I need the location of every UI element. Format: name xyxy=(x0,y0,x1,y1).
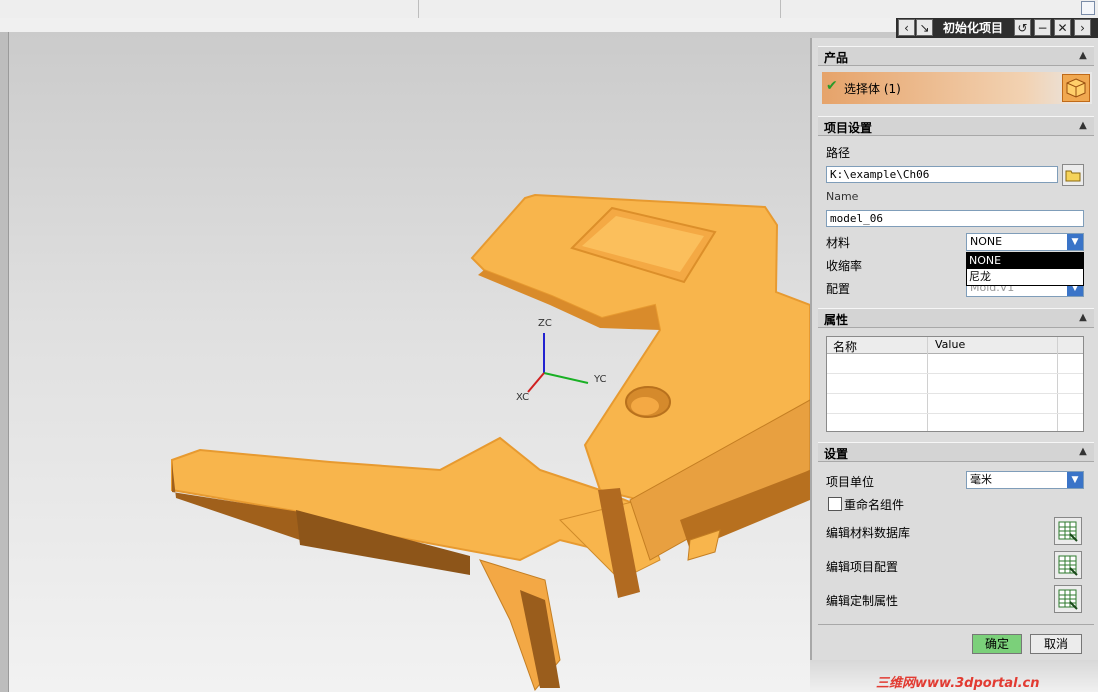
chevron-down-icon[interactable]: ▼ xyxy=(1067,472,1083,488)
select-body-label: 选择体 (1) xyxy=(844,82,901,96)
section-settings-title: 设置 xyxy=(824,447,849,461)
ok-button[interactable]: 确定 xyxy=(972,634,1022,654)
material-option[interactable]: 尼龙 xyxy=(967,269,1083,285)
section-attributes[interactable]: 属性 ▲ xyxy=(818,308,1094,328)
graphics-viewport[interactable]: ZC YC XC xyxy=(0,32,810,692)
axis-label-yc: YC xyxy=(594,374,607,385)
column-header-name[interactable]: 名称 xyxy=(833,338,857,355)
section-project-settings-title: 项目设置 xyxy=(824,121,873,135)
section-settings[interactable]: 设置 ▲ xyxy=(818,442,1094,462)
section-project-settings[interactable]: 项目设置 ▲ xyxy=(818,116,1094,136)
spreadsheet-icon[interactable] xyxy=(1054,551,1082,579)
expand-right-icon[interactable]: › xyxy=(1074,19,1091,36)
section-product[interactable]: 产品 ▲ xyxy=(818,46,1094,66)
close-icon[interactable]: ✕ xyxy=(1054,19,1071,36)
attributes-table[interactable]: 名称 Value xyxy=(826,336,1084,432)
edit-material-db-label: 编辑材料数据库 xyxy=(826,526,911,540)
dialog-titlebar[interactable]: ‹ ↘ 初始化项目 ↺ − ✕ › xyxy=(896,18,1098,38)
chevron-up-icon[interactable]: ▲ xyxy=(1075,445,1091,459)
section-attributes-title: 属性 xyxy=(824,313,849,327)
axis-label-zc: ZC xyxy=(538,318,552,329)
material-label: 材料 xyxy=(826,236,851,250)
spreadsheet-icon[interactable] xyxy=(1054,517,1082,545)
edit-project-config-label: 编辑项目配置 xyxy=(826,560,899,574)
name-label: Name xyxy=(826,190,859,203)
toolbar-separator xyxy=(418,0,419,18)
material-dropdown-list[interactable]: NONE 尼龙 xyxy=(966,252,1084,286)
column-divider xyxy=(1057,337,1058,431)
unit-select-value: 毫米 xyxy=(970,473,992,486)
axis-label-xc: XC xyxy=(516,392,530,403)
chevron-down-icon[interactable]: ▼ xyxy=(1067,234,1083,250)
minimize-icon[interactable]: − xyxy=(1034,19,1051,36)
restore-window-icon[interactable] xyxy=(1081,1,1095,15)
material-select-value: NONE xyxy=(970,235,1003,248)
part-model xyxy=(171,193,810,691)
material-select[interactable]: NONE ▼ xyxy=(966,233,1084,251)
unit-label: 项目单位 xyxy=(826,475,875,489)
solid-body-icon[interactable] xyxy=(1062,74,1090,102)
spreadsheet-icon[interactable] xyxy=(1054,585,1082,613)
toolbar-separator xyxy=(780,0,781,18)
chevron-up-icon[interactable]: ▲ xyxy=(1075,311,1091,325)
watermark: 三维网www.3dportal.cn xyxy=(876,676,1040,691)
column-divider xyxy=(927,337,928,431)
app-toolbar xyxy=(0,0,1098,19)
footer-divider xyxy=(818,624,1094,625)
table-row-divider xyxy=(827,393,1083,394)
rename-components-label: 重命名组件 xyxy=(844,498,905,512)
chevron-up-icon[interactable]: ▲ xyxy=(1075,49,1091,63)
table-header: 名称 Value xyxy=(827,337,1083,354)
pin-icon[interactable]: ↘ xyxy=(916,19,933,36)
rename-components-checkbox[interactable] xyxy=(828,497,842,511)
reset-icon[interactable]: ↺ xyxy=(1014,19,1031,36)
select-body-row[interactable]: ✔ 选择体 (1) xyxy=(822,72,1092,104)
unit-select[interactable]: 毫米 ▼ xyxy=(966,471,1084,489)
name-field[interactable]: model_06 xyxy=(826,210,1084,227)
path-label: 路径 xyxy=(826,146,851,160)
edit-custom-attributes-label: 编辑定制属性 xyxy=(826,594,899,608)
chevron-up-icon[interactable]: ▲ xyxy=(1075,119,1091,133)
cancel-button[interactable]: 取消 xyxy=(1030,634,1082,654)
path-field[interactable]: K:\example\Ch06 xyxy=(826,166,1058,183)
table-row-divider xyxy=(827,373,1083,374)
check-icon: ✔ xyxy=(826,78,838,94)
shrinkage-label: 收缩率 xyxy=(826,259,863,273)
config-label: 配置 xyxy=(826,282,851,296)
table-row-divider xyxy=(827,413,1083,414)
material-option[interactable]: NONE xyxy=(967,253,1083,269)
folder-open-icon[interactable] xyxy=(1062,164,1084,186)
collapse-left-icon[interactable]: ‹ xyxy=(898,19,915,36)
section-product-title: 产品 xyxy=(824,51,849,65)
dialog-title: 初始化项目 xyxy=(942,21,1003,35)
init-project-dialog: 产品 ▲ ✔ 选择体 (1) 项目设置 ▲ 路径 K:\example\Ch06… xyxy=(810,38,1098,660)
column-header-value[interactable]: Value xyxy=(935,338,965,351)
